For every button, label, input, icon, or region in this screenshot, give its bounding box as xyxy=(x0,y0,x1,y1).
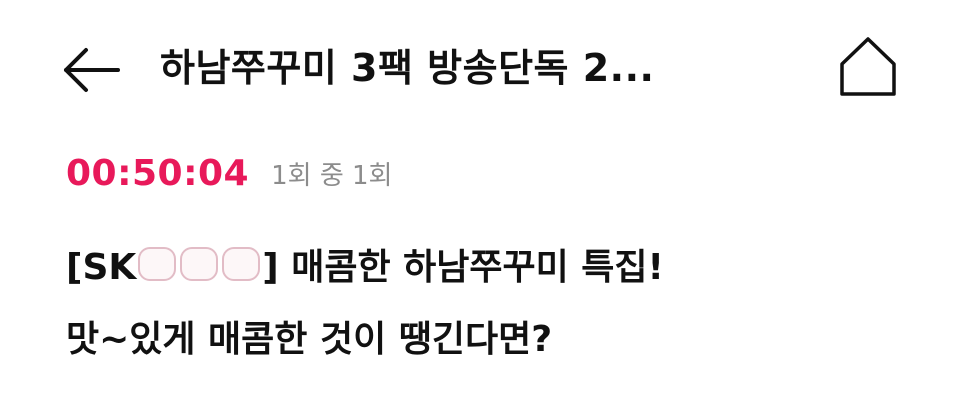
episode-count: 1회 중 1회 xyxy=(271,160,393,191)
remaining-time: 00:50:04 xyxy=(66,152,250,194)
redaction-mark xyxy=(222,247,261,281)
redaction-mark xyxy=(180,247,219,281)
home-icon xyxy=(840,37,896,96)
redacted-text xyxy=(138,247,261,281)
arrow-left-icon xyxy=(64,48,120,92)
home-button[interactable] xyxy=(835,34,901,100)
product-description: [SK ] 매콤한 하남쭈꾸미 특집! 맛~있게 매콤한 것이 땡긴다면? xyxy=(66,232,926,376)
description-suffix: ] 매콤한 하남쭈꾸미 특집! xyxy=(262,247,664,288)
redaction-mark xyxy=(138,247,177,281)
app-header: 하남쭈꾸미 3팩 방송단독 2... xyxy=(0,0,960,135)
page-title: 하남쭈꾸미 3팩 방송단독 2... xyxy=(160,46,655,90)
back-button[interactable] xyxy=(60,38,124,102)
description-line-1: [SK ] 매콤한 하남쭈꾸미 특집! xyxy=(66,232,926,304)
description-prefix: [SK xyxy=(66,247,137,288)
broadcast-meta: 00:50:04 1회 중 1회 xyxy=(66,150,392,196)
description-line-2: 맛~있게 매콤한 것이 땡긴다면? xyxy=(66,319,553,360)
